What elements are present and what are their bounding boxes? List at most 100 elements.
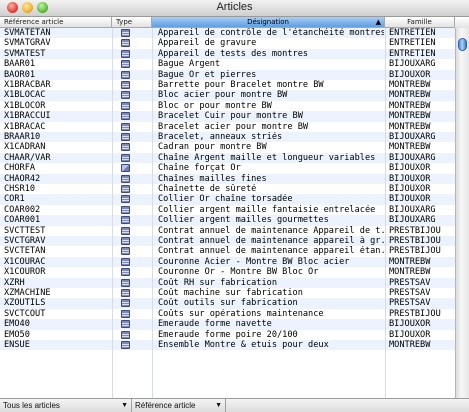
window-title: Articles <box>216 1 253 13</box>
famille-cell: BIJOUXOR <box>389 184 431 194</box>
designation-cell: Coût outils sur fabrication <box>158 298 298 309</box>
table-row[interactable]: X1CADRAN Cadran pour montre BW MONTREBW <box>0 142 455 153</box>
reference-cell: SVCTCOUT <box>4 308 46 319</box>
famille-cell: BIJOUXARG <box>389 152 436 163</box>
document-icon <box>121 216 130 225</box>
designation-cell: Bague Or et pierres <box>158 69 257 80</box>
table-row[interactable]: SVCTGRAV Contrat annuel de maintenance ap… <box>0 236 455 247</box>
reference-cell: COAR001 <box>4 215 41 226</box>
table-row[interactable]: COR1 Collier Or chaîne torsadée BIJOUXOR <box>0 194 455 205</box>
designation-cell: Appareil de gravure <box>158 38 257 49</box>
famille-cell: MONTREBW <box>389 100 431 111</box>
sort-by-popup[interactable]: Référence article ▼ <box>132 399 226 412</box>
document-icon <box>121 185 130 193</box>
table-row[interactable]: EMO40 Emeraude forme navette BIJOUXOR <box>0 319 455 330</box>
table-row[interactable]: X1BLOCAC Bloc acier pour montre BW MONTREB… <box>0 90 455 101</box>
famille-cell: ENTRETIEN <box>389 28 436 38</box>
designation-cell: Collier argent mailles gourmettes <box>158 215 329 226</box>
reference-cell: BAAR01 <box>4 59 36 70</box>
vertical-scrollbar[interactable] <box>455 28 469 398</box>
column-header-designation-label: Désignation <box>247 18 289 26</box>
reference-cell: X1BRACAC <box>4 121 46 132</box>
document-icon <box>121 29 130 37</box>
table-row[interactable]: X1COUROR Couronne Or - Montre BW Bloc Or M… <box>0 267 455 278</box>
designation-cell: Bracelet, anneaux striés <box>158 132 283 142</box>
table-row[interactable]: EMO50 Emeraude forme poire 20/100 BIJOUXOR <box>0 329 455 340</box>
famille-cell: BIJOUXOR <box>389 319 431 330</box>
table-row[interactable]: XZMACHINE Coût machine sur fabrication PRE… <box>0 288 455 299</box>
table-row[interactable]: X1BRACAC Bracelet acier pour montre BW MON… <box>0 121 455 132</box>
table-row[interactable]: XZRH Coût RH sur fabrication PRESTSAV <box>0 277 455 288</box>
table-row[interactable]: COAR002 Collier argent maille fantaisie e… <box>0 204 455 216</box>
table-row[interactable]: SVCTETAN Contrat annuel de maintenance ap… <box>0 246 455 257</box>
designation-cell: Contrat annuel de maintenance appareil à… <box>158 236 384 246</box>
famille-cell: PRESTBIJOU <box>389 308 441 319</box>
table-row[interactable]: SVMATGRAV Appareil de gravure ENTRETIEN <box>0 38 455 49</box>
table-row[interactable]: BAAR01 Bague Argent BIJOUXARG <box>0 59 455 70</box>
reference-cell: X1BRACCUI <box>4 111 51 122</box>
document-icon <box>121 257 130 266</box>
designation-cell: Chaînes mailles fines <box>158 173 267 184</box>
famille-cell: PRESTBIJOU <box>389 225 441 236</box>
table-row[interactable]: BAOR01 Bague Or et pierres BIJOUXOR <box>0 69 455 80</box>
designation-cell: Couronne Or - Montre BW Bloc Or <box>158 267 319 278</box>
table-row[interactable]: X1BRACBAR Barrette pour Bracelet montre B… <box>0 80 455 91</box>
reference-cell: XZOUTILS <box>4 298 46 309</box>
table-row[interactable]: COAR001 Collier argent mailles gourmettes… <box>0 215 455 226</box>
reference-cell: BRAAR10 <box>4 132 41 142</box>
designation-cell: Chaîne forçat Or <box>158 163 241 174</box>
scrollbar-thumb[interactable] <box>458 38 467 51</box>
famille-cell: BIJOUXARG <box>389 59 436 70</box>
footer-bar: Tous les articles ▼ Référence article ▼ <box>0 398 469 412</box>
table-row[interactable]: SVCTTEST Contrat annuel de maintenance Ap… <box>0 225 455 236</box>
designation-cell: Bague Argent <box>158 59 221 70</box>
designation-cell: Collier argent maille fantaisie entrelac… <box>158 204 376 215</box>
document-icon <box>121 174 130 183</box>
table-row[interactable]: BRAAR10 Bracelet, anneaux striés BIJOUXARG <box>0 132 455 143</box>
designation-cell: Ensemble Montre & etuis pour deux <box>158 340 329 350</box>
table-row[interactable]: SVMATEST Appareil de tests des montres ENT… <box>0 48 455 60</box>
reference-cell: COR1 <box>4 194 25 205</box>
table-row[interactable]: X1BRACCUI Bracelet Cuir pour montre BW MON… <box>0 111 455 122</box>
column-header-reference[interactable]: Référence article <box>0 17 112 28</box>
document-icon <box>121 49 130 58</box>
table-row[interactable]: CHSR10 Chaînette de sûreté BIJOUXOR <box>0 184 455 195</box>
famille-cell: BIJOUXARG <box>389 132 436 142</box>
document-icon <box>121 268 130 277</box>
document-icon <box>121 226 130 235</box>
filter-popup[interactable]: Tous les articles ▼ <box>0 399 132 412</box>
document-icon <box>121 195 130 204</box>
famille-cell: BIJOUXARG <box>389 215 436 226</box>
document-icon <box>121 278 130 287</box>
document-icon <box>121 101 130 110</box>
famille-cell: BIJOUXOR <box>389 194 431 205</box>
table-row[interactable]: XZOUTILS Coût outils sur fabrication PREST… <box>0 298 455 309</box>
reference-cell: CHSR10 <box>4 184 36 194</box>
column-header-designation[interactable]: Désignation ▲ <box>152 17 385 28</box>
famille-cell: MONTREBW <box>389 121 431 132</box>
famille-cell: BIJOUXOR <box>389 163 431 174</box>
column-header-type[interactable]: Type <box>112 17 152 28</box>
famille-cell: MONTREBW <box>389 267 431 278</box>
popup-arrow-icon: ▼ <box>121 402 128 409</box>
table-row[interactable]: SVMATETAN Appareil de contrôle de l'étanc… <box>0 28 455 39</box>
title-bar[interactable]: Articles <box>0 0 469 17</box>
column-header-famille[interactable]: Famille <box>385 17 455 28</box>
table-row[interactable]: CHAAR/VAR Chaîne Argent maille et longueu… <box>0 152 455 164</box>
table-row[interactable]: X1BLOCOR Bloc or pour montre BW MONTREBW <box>0 100 455 112</box>
reference-cell: XZRH <box>4 277 25 288</box>
document-icon <box>121 309 130 318</box>
document-icon <box>121 81 130 89</box>
table-row[interactable]: CHAOR42 Chaînes mailles fines BIJOUXOR <box>0 173 455 184</box>
famille-cell: BIJOUXOR <box>389 329 431 340</box>
document-icon <box>121 205 130 214</box>
famille-cell: BIJOUXOR <box>389 69 431 80</box>
famille-cell: BIJOUXOR <box>389 173 431 184</box>
document-icon <box>121 91 130 100</box>
table-row[interactable]: X1COURAC Couronne Acier - Montre BW Bloc … <box>0 256 455 268</box>
reference-cell: SVCTTEST <box>4 225 46 236</box>
table-row[interactable]: ENSUE Ensemble Montre & etuis pour deux MO… <box>0 340 455 351</box>
table-row[interactable]: CHORFA Chaîne forçat Or BIJOUXOR <box>0 163 455 174</box>
table-row[interactable]: SVCTCOUT Coûts sur opérations maintenance… <box>0 308 455 320</box>
famille-cell: MONTREBW <box>389 142 431 153</box>
